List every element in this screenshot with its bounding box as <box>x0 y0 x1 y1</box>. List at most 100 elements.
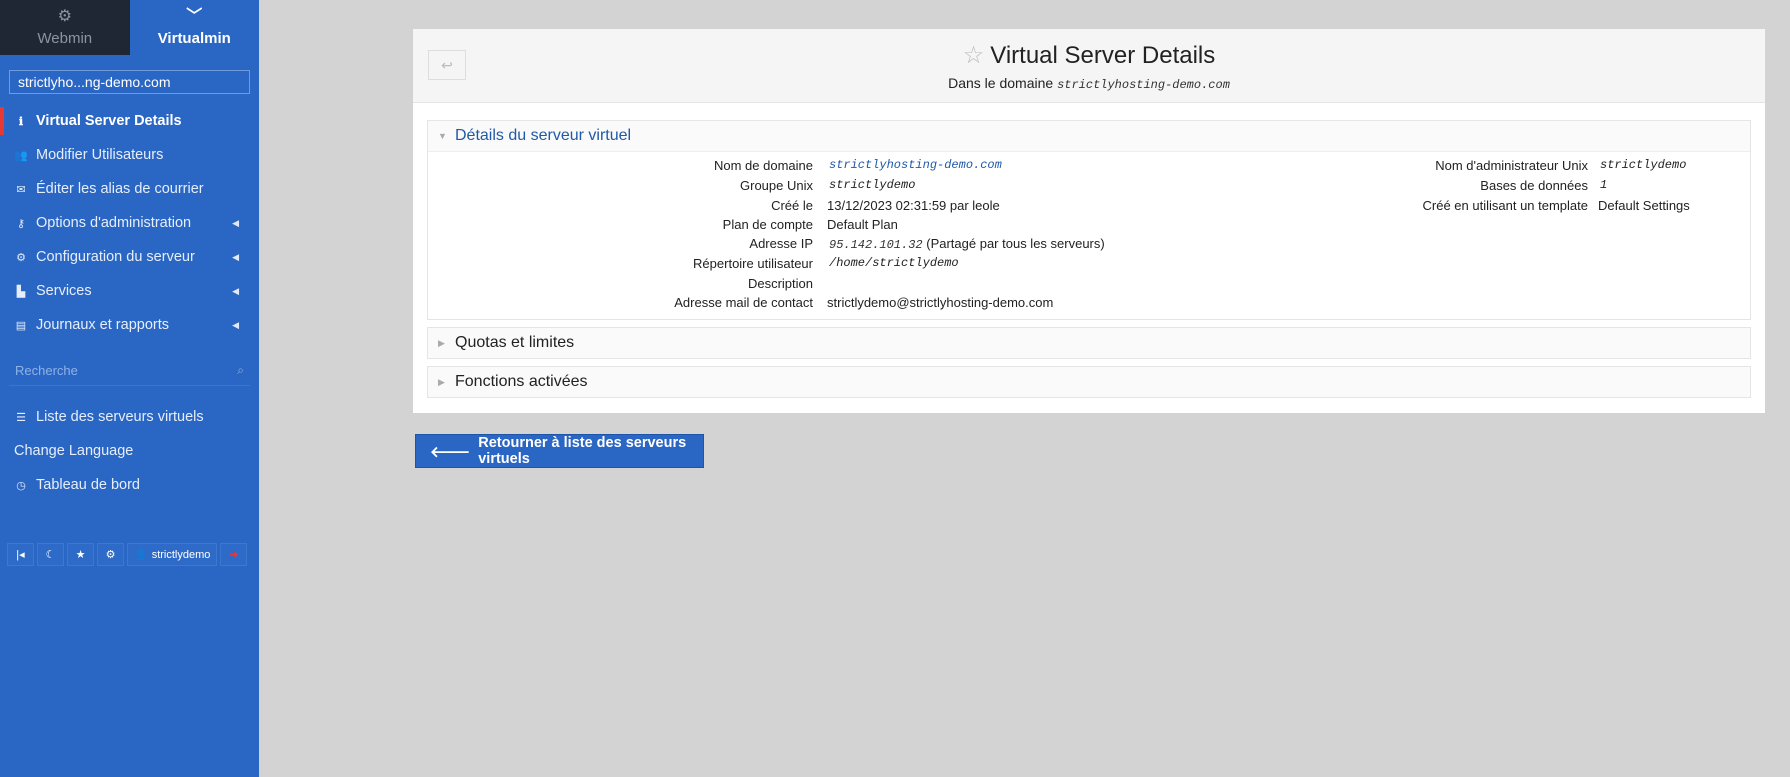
features-section-title: Fonctions activées <box>455 373 588 390</box>
field-row-description: Description <box>428 274 1748 293</box>
field-value: Default Plan <box>827 217 898 232</box>
field-row-domain: Nom de domaine strictlyhosting-demo.com … <box>428 156 1748 175</box>
logout-button[interactable]: ➜ <box>220 543 248 566</box>
settings-button[interactable]: ⚙ <box>97 543 124 566</box>
triangle-right-icon: ▶ <box>438 337 445 348</box>
domain-selector[interactable]: strictlyho...ng-demo.com <box>9 70 250 94</box>
sidebar-links: ☰ Liste des serveurs virtuels Change Lan… <box>0 400 259 502</box>
sidebar-item-modifier-utilisateurs[interactable]: 👥 Modifier Utilisateurs <box>0 138 259 172</box>
sidebar-item-label: Modifier Utilisateurs <box>36 147 164 163</box>
sidebar-item-label: Virtual Server Details <box>36 113 182 129</box>
collapse-sidebar-button[interactable]: |◂ <box>7 543 34 566</box>
field-label: Adresse IP <box>749 236 813 251</box>
field-label: Description <box>747 276 813 291</box>
field-label: Adresse mail de contact <box>674 295 813 310</box>
users-icon: 👥 <box>14 149 28 162</box>
caret-left-icon: ◀ <box>232 285 239 296</box>
field-row-home-dir: Répertoire utilisateur /home/strictlydem… <box>428 254 1748 273</box>
list-icon: ☰ <box>16 411 26 424</box>
sidebar-item-change-language[interactable]: Change Language <box>0 434 259 468</box>
user-label: strictlydemo <box>151 548 211 561</box>
envelope-icon: ✉ <box>16 183 26 196</box>
ip-address-value: 95.142.101.32 <box>829 238 923 252</box>
sidebar-item-label: Services <box>36 283 92 299</box>
quotas-section-title: Quotas et limites <box>455 334 575 351</box>
return-to-list-button[interactable]: 🡐 Retourner à liste des serveurs virtuel… <box>415 434 704 468</box>
star-icon: ★ <box>75 549 86 561</box>
details-section: ▼ Détails du serveur virtuel Nom de doma… <box>427 120 1751 320</box>
subtitle-prefix: Dans le domaine <box>948 75 1054 91</box>
key-icon: ⚷ <box>16 217 26 230</box>
gears-icon: ⚙ <box>105 549 116 561</box>
sidebar-item-label: Change Language <box>14 443 134 459</box>
collapse-icon: |◂ <box>16 549 25 561</box>
moon-icon: ☾ <box>45 549 56 561</box>
sidebar-item-label: Liste des serveurs virtuels <box>36 409 204 425</box>
field-label: Bases de données <box>1480 178 1588 193</box>
field-row-plan: Plan de compte Default Plan <box>428 215 1748 234</box>
favorite-star-icon[interactable]: ☆ <box>963 42 985 69</box>
field-row-unix-group: Groupe Unix strictlydemo Bases de donnée… <box>428 176 1748 195</box>
triangle-right-icon: ▶ <box>438 376 445 387</box>
dashboard-icon: ◷ <box>16 479 26 492</box>
details-section-body: Nom de domaine strictlyhosting-demo.com … <box>428 151 1750 319</box>
details-section-header[interactable]: ▼ Détails du serveur virtuel <box>428 121 1750 151</box>
sidebar-search[interactable]: Recherche ⌕ <box>9 356 250 386</box>
favorites-button[interactable]: ★ <box>67 543 94 566</box>
field-row-ip: Adresse IP 95.142.101.32 (Partagé par to… <box>428 234 1748 253</box>
sidebar-item-label: Tableau de bord <box>36 477 140 493</box>
field-value: 13/12/2023 02:31:59 par leole <box>827 198 1000 213</box>
features-section: ▶ Fonctions activées <box>427 366 1751 398</box>
webmin-tab[interactable]: ⚙ Webmin <box>0 0 130 55</box>
field-value: /home/strictlydemo <box>829 256 959 270</box>
field-row-contact-email: Adresse mail de contact strictlydemo@str… <box>428 293 1748 312</box>
document-icon: ▤ <box>15 319 27 332</box>
field-label: Plan de compte <box>722 217 813 232</box>
product-switcher: ⚙ Webmin ﹀ Virtualmin <box>0 0 259 55</box>
puzzle-icon: ▙ <box>16 285 26 298</box>
details-section-title: Détails du serveur virtuel <box>455 127 632 144</box>
caret-left-icon: ◀ <box>232 319 239 330</box>
sidebar-item-logs-reports[interactable]: ▤ Journaux et rapports ◀ <box>0 308 259 342</box>
info-icon: ℹ <box>18 115 24 128</box>
field-value: 95.142.101.32 (Partagé par tous les serv… <box>829 234 1105 255</box>
field-value: strictlydemo <box>1600 158 1687 172</box>
search-placeholder: Recherche <box>15 363 78 378</box>
gears-icon: ⚙ <box>16 251 26 264</box>
panel-header: ↩ ☆ Virtual Server Details Dans le domain… <box>413 29 1765 103</box>
caret-left-icon: ◀ <box>232 217 239 228</box>
sidebar-item-dashboard[interactable]: ◷ Tableau de bord <box>0 468 259 502</box>
field-label: Créé le <box>771 198 813 213</box>
sidebar-item-server-configuration[interactable]: ⚙ Configuration du serveur ◀ <box>0 240 259 274</box>
virtualmin-logo-icon: ﹀ <box>186 7 203 25</box>
arrow-left-icon: 🡐 <box>430 443 471 461</box>
page-subtitle: Dans le domaine strictlyhosting-demo.com <box>413 75 1765 92</box>
sidebar-item-virtual-servers-list[interactable]: ☰ Liste des serveurs virtuels <box>0 400 259 434</box>
user-icon: 👤 <box>134 549 148 561</box>
webmin-logo-icon: ⚙ <box>57 7 72 25</box>
virtualmin-tab[interactable]: ﹀ Virtualmin <box>129 0 259 55</box>
features-section-header[interactable]: ▶ Fonctions activées <box>428 367 1750 397</box>
quotas-section: ▶ Quotas et limites <box>427 327 1751 359</box>
sidebar-item-virtual-server-details[interactable]: ℹ Virtual Server Details <box>0 104 259 138</box>
field-label: Créé en utilisant un template <box>1422 198 1588 213</box>
field-label: Répertoire utilisateur <box>693 256 813 271</box>
main-panel: ↩ ☆ Virtual Server Details Dans le domain… <box>413 29 1765 413</box>
triangle-down-icon: ▼ <box>438 131 447 141</box>
subtitle-domain: strictlyhosting-demo.com <box>1057 78 1230 92</box>
sidebar-item-label: Éditer les alias de courrier <box>36 181 204 197</box>
user-button[interactable]: 👤 strictlydemo <box>127 543 218 566</box>
night-mode-button[interactable]: ☾ <box>37 543 64 566</box>
domain-name-link[interactable]: strictlyhosting-demo.com <box>829 156 1002 175</box>
return-button-label: Retourner à liste des serveurs virtuels <box>478 435 687 467</box>
field-label: Nom d'administrateur Unix <box>1435 158 1588 173</box>
search-icon: ⌕ <box>237 363 244 377</box>
sidebar-item-mail-aliases[interactable]: ✉ Éditer les alias de courrier <box>0 172 259 206</box>
field-label: Groupe Unix <box>740 178 813 193</box>
sidebar-item-administration-options[interactable]: ⚷ Options d'administration ◀ <box>0 206 259 240</box>
sidebar-item-services[interactable]: ▙ Services ◀ <box>0 274 259 308</box>
quotas-section-header[interactable]: ▶ Quotas et limites <box>428 328 1750 358</box>
field-value: strictlydemo@strictlyhosting-demo.com <box>827 295 1054 310</box>
webmin-tab-label: Webmin <box>37 29 93 47</box>
field-value: Default Settings <box>1598 198 1690 213</box>
